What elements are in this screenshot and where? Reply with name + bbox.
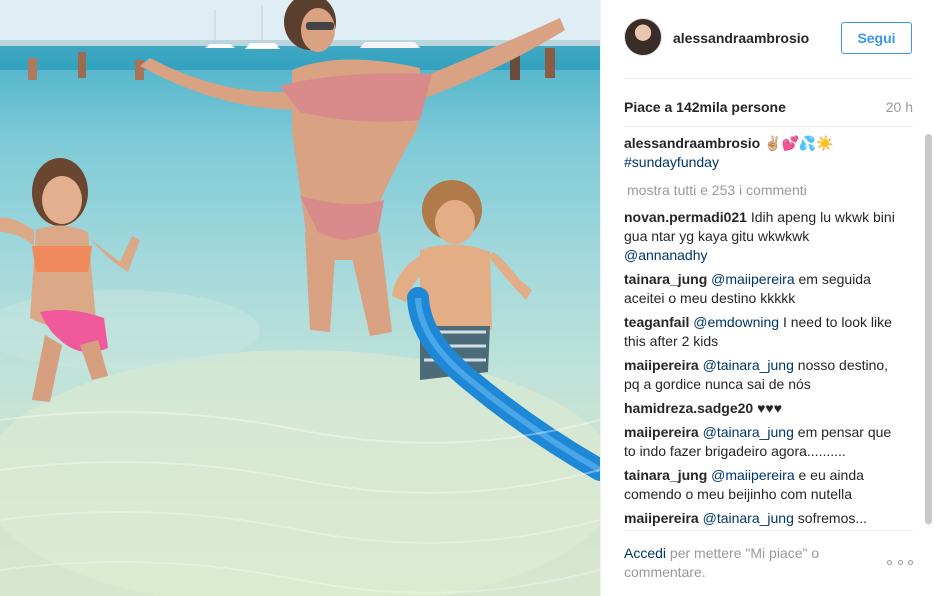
load-more-comments-link[interactable]: mostra tutti e 253 i commenti — [627, 181, 896, 200]
instagram-post: alessandraambrosio Segui Piace a 142mila… — [0, 0, 935, 596]
follow-button[interactable]: Segui — [841, 22, 912, 54]
comment-mention[interactable]: @tainara_jung — [703, 357, 794, 373]
post-timestamp[interactable]: 20 h — [886, 99, 913, 115]
dot — [887, 559, 892, 565]
caption-text: ✌🏼💕💦☀️ — [764, 135, 834, 151]
comment-mention[interactable]: @tainara_jung — [703, 424, 794, 440]
comment-username[interactable]: tainara_jung — [624, 467, 707, 483]
comment-mention[interactable]: @emdowning — [693, 314, 779, 330]
comment-username[interactable]: maiipereira — [624, 510, 699, 526]
login-prompt: Accedi per mettere "Mi piace" o commenta… — [624, 544, 854, 582]
avatar[interactable] — [624, 18, 662, 56]
comment-item: tainara_jung @maiipereira e eu ainda com… — [624, 466, 896, 504]
author-username[interactable]: alessandraambrosio — [673, 30, 809, 46]
scrollbar-thumb[interactable] — [925, 134, 932, 524]
caption-username[interactable]: alessandraambrosio — [624, 135, 760, 151]
comment-item: maiipereira @tainara_jung nosso destino,… — [624, 356, 896, 394]
post-sidebar: alessandraambrosio Segui Piace a 142mila… — [600, 0, 935, 596]
beach-photo-illustration — [0, 0, 600, 596]
comment-mention[interactable]: @maiipereira — [711, 467, 794, 483]
login-link[interactable]: Accedi — [624, 545, 666, 561]
comment-item: teaganfail @emdowning I need to look lik… — [624, 313, 896, 351]
divider — [624, 530, 913, 531]
post-header: alessandraambrosio Segui — [601, 0, 935, 78]
comments-list[interactable]: alessandraambrosio ✌🏼💕💦☀️ #sundayfunday … — [624, 134, 896, 527]
comment-item: maiipereira @tainara_jung em pensar que … — [624, 423, 896, 461]
comment-item: hamidreza.sadge20 ♥♥♥ — [624, 399, 896, 418]
comment-username[interactable]: teaganfail — [624, 314, 689, 330]
comment-mention[interactable]: @maiipereira — [711, 271, 794, 287]
comment-item: maiipereira @tainara_jung sofremos... — [624, 509, 896, 527]
divider — [624, 126, 913, 127]
comment-text: ♥♥♥ — [757, 400, 782, 416]
comment-mention[interactable]: @annanadhy — [624, 247, 708, 263]
comment-username[interactable]: maiipereira — [624, 424, 699, 440]
divider — [624, 78, 913, 79]
comment-mention[interactable]: @tainara_jung — [703, 510, 794, 526]
comments-scrollbar[interactable] — [925, 134, 932, 527]
post-photo[interactable] — [0, 0, 600, 596]
comment-item: tainara_jung @maiipereira em seguida ace… — [624, 270, 896, 308]
comment-username[interactable]: tainara_jung — [624, 271, 707, 287]
comment-username[interactable]: maiipereira — [624, 357, 699, 373]
caption: alessandraambrosio ✌🏼💕💦☀️ #sundayfunday — [624, 134, 896, 172]
likes-row: Piace a 142mila persone 20 h — [624, 99, 913, 117]
comment-item: novan.permadi021 Idih apeng lu wkwk bini… — [624, 208, 896, 265]
comment-text: sofremos... — [793, 510, 868, 526]
caption-hashtag[interactable]: #sundayfunday — [624, 154, 719, 170]
dot — [897, 559, 903, 565]
comment-username[interactable]: novan.permadi021 — [624, 209, 747, 225]
comment-username[interactable]: hamidreza.sadge20 — [624, 400, 753, 416]
dot — [908, 559, 913, 565]
more-options-icon[interactable] — [887, 553, 913, 571]
likes-count[interactable]: Piace a 142mila persone — [624, 99, 786, 115]
